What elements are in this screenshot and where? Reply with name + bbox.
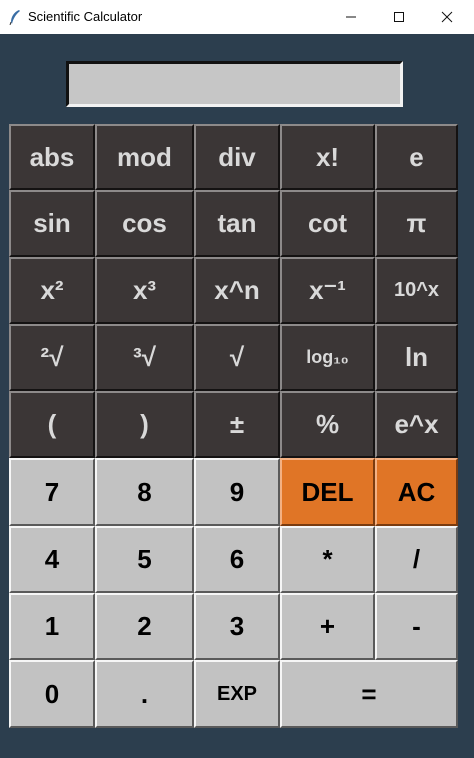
abs-button[interactable]: abs [9,124,95,190]
delete-button[interactable]: DEL [280,458,375,526]
plus-minus-button[interactable]: ± [194,391,280,458]
ln-button[interactable]: ln [375,324,458,391]
result-display[interactable] [66,61,403,107]
decimal-point-button[interactable]: . [95,660,194,728]
minimize-icon [346,16,356,18]
cos-button[interactable]: cos [95,190,194,257]
close-button[interactable] [424,0,470,34]
digit-5-button[interactable]: 5 [95,526,194,593]
digit-9-button[interactable]: 9 [194,458,280,526]
plus-button[interactable]: + [280,593,375,660]
exp-button[interactable]: EXP [194,660,280,728]
percent-button[interactable]: % [280,391,375,458]
digit-7-button[interactable]: 7 [9,458,95,526]
digit-1-button[interactable]: 1 [9,593,95,660]
digit-4-button[interactable]: 4 [9,526,95,593]
inverse-button[interactable]: x⁻¹ [280,257,375,324]
factorial-button[interactable]: x! [280,124,375,190]
all-clear-button[interactable]: AC [375,458,458,526]
exp-x-button[interactable]: e^x [375,391,458,458]
digit-8-button[interactable]: 8 [95,458,194,526]
cube-button[interactable]: x³ [95,257,194,324]
title-bar: Scientific Calculator [0,0,474,34]
ten-power-button[interactable]: 10^x [375,257,458,324]
maximize-icon [394,12,404,22]
power-button[interactable]: x^n [194,257,280,324]
tan-button[interactable]: tan [194,190,280,257]
digit-6-button[interactable]: 6 [194,526,280,593]
minimize-button[interactable] [328,0,374,34]
div-function-button[interactable]: div [194,124,280,190]
square-root-2-button[interactable]: ²√ [9,324,95,391]
close-icon [441,11,453,23]
maximize-button[interactable] [376,0,422,34]
multiply-button[interactable]: * [280,526,375,593]
sqrt-button[interactable]: √ [194,324,280,391]
right-paren-button[interactable]: ) [95,391,194,458]
cube-root-button[interactable]: ³√ [95,324,194,391]
log10-button[interactable]: log₁₀ [280,324,375,391]
feather-icon [9,10,20,25]
equals-button[interactable]: = [280,660,458,728]
left-paren-button[interactable]: ( [9,391,95,458]
window-title: Scientific Calculator [28,9,143,24]
digit-3-button[interactable]: 3 [194,593,280,660]
cot-button[interactable]: cot [280,190,375,257]
square-button[interactable]: x² [9,257,95,324]
e-constant-button[interactable]: e [375,124,458,190]
minus-button[interactable]: - [375,593,458,660]
pi-button[interactable]: π [375,190,458,257]
divide-button[interactable]: / [375,526,458,593]
mod-button[interactable]: mod [95,124,194,190]
digit-0-button[interactable]: 0 [9,660,95,728]
digit-2-button[interactable]: 2 [95,593,194,660]
sin-button[interactable]: sin [9,190,95,257]
